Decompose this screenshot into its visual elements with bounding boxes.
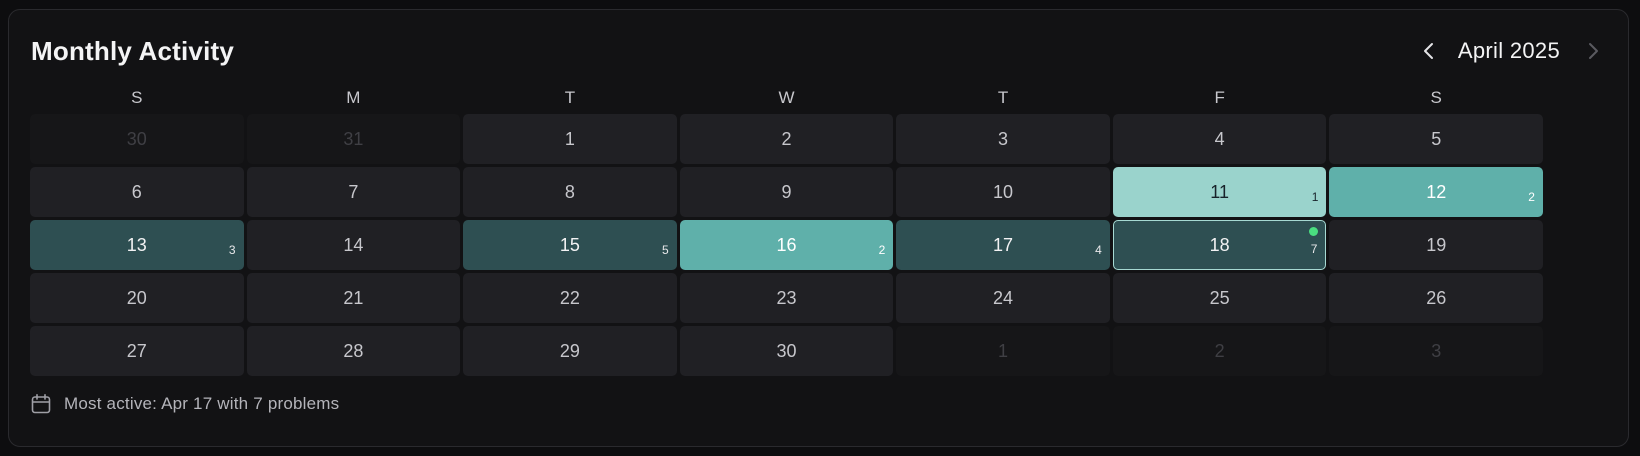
calendar-day[interactable]: 8 (463, 167, 677, 217)
day-number: 30 (776, 340, 797, 361)
weekday-label: S (131, 88, 143, 107)
calendar-day[interactable]: 4 (1112, 114, 1327, 164)
calendar-day[interactable]: 18 7 (1112, 220, 1327, 270)
day-number: 22 (559, 287, 580, 308)
calendar-day-outside[interactable]: 1 (896, 326, 1110, 376)
calendar-day[interactable]: 16 2 (679, 220, 894, 270)
most-active-summary: Most active: Apr 17 with 7 problems (64, 394, 340, 413)
day-number: 29 (559, 340, 580, 361)
weekday-header-row: S M T W T F S (30, 86, 1543, 110)
weekday-label: T (564, 88, 576, 107)
day-number: 27 (126, 340, 147, 361)
card-title: Monthly Activity (31, 36, 235, 66)
calendar-icon (30, 393, 52, 415)
calendar-day[interactable]: 13 3 (30, 220, 244, 270)
day-number: 24 (993, 287, 1014, 308)
calendar-day[interactable]: 7 (246, 167, 461, 217)
weekday-label: T (997, 88, 1009, 107)
chevron-right-icon (1589, 43, 1598, 59)
day-number: 20 (126, 287, 147, 308)
day-number: 25 (1209, 287, 1230, 308)
calendar-day[interactable]: 12 2 (1329, 167, 1543, 217)
day-number: 30 (126, 128, 147, 149)
calendar-day[interactable]: 2 (679, 114, 894, 164)
day-number: 5 (1431, 128, 1442, 149)
day-number: 7 (348, 181, 359, 202)
calendar-day[interactable]: 11 1 (1112, 167, 1327, 217)
calendar-day[interactable]: 17 4 (896, 220, 1110, 270)
prev-month-button[interactable] (1412, 34, 1446, 68)
day-number: 3 (1431, 340, 1442, 361)
day-number: 17 (993, 234, 1014, 255)
day-number: 23 (776, 287, 797, 308)
day-number: 9 (781, 181, 792, 202)
day-number: 13 (126, 234, 147, 255)
calendar-day[interactable]: 5 (1329, 114, 1543, 164)
calendar-day-outside[interactable]: 30 (30, 114, 244, 164)
calendar-day-outside[interactable]: 31 (246, 114, 461, 164)
calendar-day[interactable]: 29 (463, 326, 677, 376)
month-navigation: April 2025 (1412, 34, 1610, 68)
calendar-day[interactable]: 21 (246, 273, 461, 323)
day-number: 8 (564, 181, 575, 202)
day-problem-count: 3 (228, 243, 236, 257)
next-month-button[interactable] (1576, 34, 1610, 68)
day-number: 11 (1210, 181, 1229, 202)
today-indicator-dot (1309, 227, 1319, 236)
calendar-day[interactable]: 22 (463, 273, 677, 323)
weekday-label: M (346, 88, 361, 107)
day-number: 19 (1426, 234, 1447, 255)
calendar-day[interactable]: 10 (896, 167, 1110, 217)
day-problem-count: 2 (878, 243, 886, 257)
day-number: 2 (1214, 340, 1225, 361)
chevron-left-icon (1423, 43, 1433, 59)
calendar-day[interactable]: 23 (679, 273, 894, 323)
day-number: 2 (781, 128, 792, 149)
calendar-day[interactable]: 26 (1329, 273, 1543, 323)
card-header: Monthly Activity April 2025 (9, 10, 1628, 90)
day-number: 12 (1426, 181, 1447, 202)
day-number: 28 (343, 340, 364, 361)
day-number: 15 (559, 234, 580, 255)
calendar-day[interactable]: 14 (246, 220, 461, 270)
calendar-grid: 30 31 1 2 3 4 5 6 7 8 9 10 11 1 12 2 13 3 14 15 5 16 2 17 4 18 7 19… (30, 114, 1543, 376)
day-problem-count: 1 (1311, 190, 1319, 204)
day-problem-count: 2 (1528, 190, 1535, 204)
day-problem-count: 5 (662, 243, 669, 257)
calendar-day[interactable]: 28 (246, 326, 461, 376)
day-number: 3 (998, 128, 1009, 149)
day-number: 18 (1209, 234, 1230, 255)
day-number: 6 (131, 181, 142, 202)
day-number: 4 (1214, 128, 1225, 149)
weekday-label: F (1214, 88, 1225, 107)
summary-footer: Most active: Apr 17 with 7 problems (30, 392, 339, 416)
day-number: 1 (998, 340, 1009, 361)
calendar-day[interactable]: 1 (463, 114, 677, 164)
day-problem-count: 4 (1095, 243, 1102, 257)
calendar-day[interactable]: 20 (30, 273, 244, 323)
weekday-label: S (1430, 88, 1442, 107)
current-month-label: April 2025 (1457, 38, 1560, 63)
day-number: 10 (993, 181, 1014, 202)
calendar-day[interactable]: 27 (30, 326, 244, 376)
calendar-day-outside[interactable]: 3 (1329, 326, 1543, 376)
day-number: 14 (343, 234, 364, 255)
calendar-day[interactable]: 6 (30, 167, 244, 217)
monthly-activity-card: Monthly Activity April 2025 S M T W T F … (8, 9, 1629, 447)
day-number: 16 (776, 234, 797, 255)
calendar-day[interactable]: 30 (679, 326, 894, 376)
weekday-label: W (778, 88, 795, 107)
day-number: 21 (343, 287, 364, 308)
calendar-day[interactable]: 19 (1329, 220, 1543, 270)
calendar-day[interactable]: 15 5 (463, 220, 677, 270)
day-problem-count: 7 (1310, 242, 1318, 256)
calendar-day[interactable]: 9 (679, 167, 894, 217)
day-number: 26 (1426, 287, 1447, 308)
day-number: 1 (564, 128, 575, 149)
day-number: 31 (343, 128, 364, 149)
calendar-day[interactable]: 3 (896, 114, 1110, 164)
calendar-day[interactable]: 24 (896, 273, 1110, 323)
calendar-day-outside[interactable]: 2 (1112, 326, 1327, 376)
calendar-day[interactable]: 25 (1112, 273, 1327, 323)
